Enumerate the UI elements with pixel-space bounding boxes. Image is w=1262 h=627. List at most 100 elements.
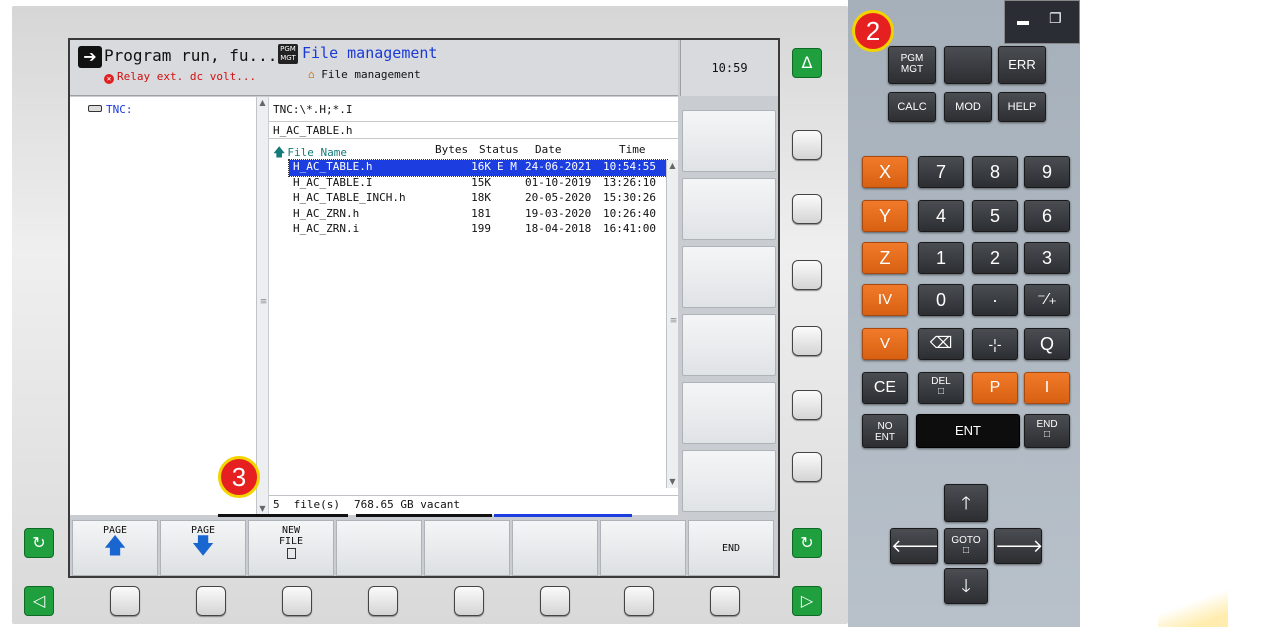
vertical-softkey-4[interactable] [682, 314, 776, 376]
key-label: ERR [1008, 57, 1036, 72]
axis-z-key[interactable]: Z [862, 242, 908, 274]
bottom-button-6[interactable] [540, 586, 570, 616]
axis-x-key[interactable]: X [862, 156, 908, 188]
page-up-softkey[interactable]: PAGE 🡅 [72, 520, 158, 576]
sign-toggle-key[interactable]: ⁻⁄₊ [1024, 284, 1070, 316]
vertical-softkey-6[interactable] [682, 450, 776, 512]
arrow-up-key[interactable]: 🡑 [944, 484, 988, 522]
i-key[interactable]: I [1024, 372, 1070, 404]
help-key[interactable]: HELP [998, 92, 1046, 122]
watermark-logo [1158, 588, 1228, 627]
err-key[interactable]: ERR [998, 46, 1046, 84]
bottom-button-4[interactable] [368, 586, 398, 616]
digit-7-key[interactable]: 7 [918, 156, 964, 188]
key-label: CE [873, 379, 897, 396]
digit-1-key[interactable]: 1 [918, 242, 964, 274]
column-header-time[interactable]: Time [619, 143, 646, 156]
vertical-softkey-2[interactable] [682, 178, 776, 240]
pgm-mgt-key[interactable]: PGM MGT [888, 46, 936, 84]
cycle-right-icon[interactable]: ↻ [792, 528, 822, 558]
bottom-button-7[interactable] [624, 586, 654, 616]
scroll-up-icon[interactable]: ▲ [257, 97, 268, 109]
arrow-left-key[interactable]: 🡐 [890, 528, 939, 564]
key-label: PGM MGT [900, 53, 924, 75]
ce-key[interactable]: CE [862, 372, 908, 404]
softkey-empty-7[interactable] [600, 520, 686, 576]
file-bytes: 18K [471, 191, 491, 204]
digit-4-key[interactable]: 4 [918, 200, 964, 232]
file-status: E M [497, 160, 517, 173]
column-header-date[interactable]: Date [535, 143, 562, 156]
end-key[interactable]: END □ [1024, 414, 1070, 448]
digit-2-key[interactable]: 2 [972, 242, 1018, 274]
mod-key[interactable]: MOD [944, 92, 992, 122]
file-row[interactable]: H_AC_TABLE_INCH.h 18K 20-05-2020 15:30:2… [269, 191, 667, 207]
p-key[interactable]: P [972, 372, 1018, 404]
digit-0-key[interactable]: 0 [918, 284, 964, 316]
side-button-3[interactable] [792, 260, 822, 290]
cycle-left-icon[interactable]: ↻ [24, 528, 54, 558]
digit-3-key[interactable]: 3 [1024, 242, 1070, 274]
side-button-1[interactable] [792, 130, 822, 160]
arrow-down-key[interactable]: 🡓 [944, 568, 988, 604]
tree-item-tnc[interactable]: TNC: [88, 103, 133, 116]
q-key[interactable]: Q [1024, 328, 1070, 360]
side-button-4[interactable] [792, 326, 822, 356]
minimize-icon[interactable] [1017, 21, 1029, 25]
column-header-status[interactable]: Status [479, 143, 519, 156]
calc-key[interactable]: CALC [888, 92, 936, 122]
tree-scrollbar[interactable]: ▲ ≡ ▼ [256, 97, 268, 515]
vertical-softkey-3[interactable] [682, 246, 776, 308]
digit-8-key[interactable]: 8 [972, 156, 1018, 188]
side-button-2[interactable] [792, 194, 822, 224]
new-file-softkey[interactable]: NEW FILE [248, 520, 334, 576]
bottom-button-1[interactable] [110, 586, 140, 616]
restore-icon[interactable]: ❐ [1049, 11, 1062, 27]
column-header-bytes[interactable]: Bytes [435, 143, 468, 156]
digit-9-key[interactable]: 9 [1024, 156, 1070, 188]
file-name: H_AC_ZRN.h [293, 206, 360, 220]
digit-5-key[interactable]: 5 [972, 200, 1018, 232]
right-triangle-icon[interactable]: ▷ [792, 586, 822, 616]
softkey-empty-5[interactable] [424, 520, 510, 576]
scroll-grip-icon[interactable]: ≡ [258, 297, 269, 307]
file-name: H_AC_ZRN.i [293, 222, 360, 235]
scroll-down-icon[interactable]: ▼ [667, 476, 678, 488]
file-row[interactable]: H_AC_ZRN.i 199 18-04-2018 16:41:00 [269, 222, 667, 238]
axis-y-key[interactable]: Y [862, 200, 908, 232]
left-triangle-icon[interactable]: ◁ [24, 586, 54, 616]
no-ent-key[interactable]: NO ENT [862, 414, 908, 448]
arrow-right-key[interactable]: 🡒 [994, 528, 1043, 564]
decimal-point-key[interactable]: · [972, 284, 1018, 316]
bottom-button-3[interactable] [282, 586, 312, 616]
scroll-up-icon[interactable]: ▲ [667, 160, 678, 172]
scroll-grip-icon[interactable]: ≡ [668, 316, 679, 326]
end-softkey[interactable]: END [688, 520, 774, 576]
axis-v-key[interactable]: V [862, 328, 908, 360]
file-row[interactable]: H_AC_TABLE.I 15K 01-10-2019 13:26:10 [269, 176, 667, 192]
file-row[interactable]: H_AC_ZRN.h 181 19-03-2020 10:26:40 [269, 207, 667, 223]
backspace-key[interactable]: ⌫ [918, 328, 964, 360]
actual-position-key[interactable]: -¦- [972, 328, 1018, 360]
ent-key[interactable]: ENT [916, 414, 1020, 448]
digit-6-key[interactable]: 6 [1024, 200, 1070, 232]
softkey-empty-4[interactable] [336, 520, 422, 576]
blank-key[interactable] [944, 46, 992, 84]
file-time: 10:26:40 [603, 206, 656, 220]
bottom-button-5[interactable] [454, 586, 484, 616]
goto-key[interactable]: GOTO □ [944, 528, 988, 564]
axis-iv-key[interactable]: IV [862, 284, 908, 316]
file-scrollbar[interactable]: ▲ ≡ ▼ [666, 160, 678, 488]
error-message[interactable]: ✕ Relay ext. dc volt... [104, 70, 256, 84]
softkey-empty-6[interactable] [512, 520, 598, 576]
side-button-5[interactable] [792, 390, 822, 420]
side-button-6[interactable] [792, 452, 822, 482]
del-key[interactable]: DEL □ [918, 372, 964, 404]
file-row[interactable]: H_AC_TABLE.h 16K E M 24-06-2021 10:54:55 [288, 159, 668, 177]
vertical-softkey-1[interactable] [682, 110, 776, 172]
delta-up-icon[interactable]: Δ [792, 48, 822, 78]
page-down-softkey[interactable]: PAGE 🡇 [160, 520, 246, 576]
bottom-button-8[interactable] [710, 586, 740, 616]
bottom-button-2[interactable] [196, 586, 226, 616]
vertical-softkey-5[interactable] [682, 382, 776, 444]
